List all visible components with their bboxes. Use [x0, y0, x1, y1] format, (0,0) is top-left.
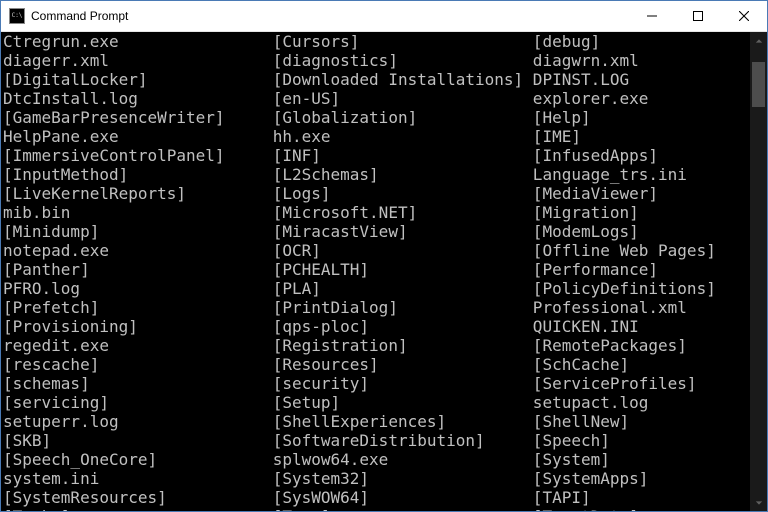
- scrollbar-track[interactable]: [750, 49, 767, 494]
- terminal-output[interactable]: Ctregrun.exe [Cursors] [debug] diagerr.x…: [1, 32, 750, 511]
- close-button[interactable]: [721, 1, 767, 31]
- minimize-button[interactable]: [629, 1, 675, 31]
- window-controls: [629, 1, 767, 31]
- window: Command Prompt Ctregrun.exe [Cursors] [d…: [0, 0, 768, 512]
- titlebar[interactable]: Command Prompt: [1, 1, 767, 32]
- window-title: Command Prompt: [31, 9, 629, 23]
- vertical-scrollbar[interactable]: [750, 32, 767, 511]
- client-area: Ctregrun.exe [Cursors] [debug] diagerr.x…: [1, 32, 767, 511]
- cmd-icon: [9, 8, 25, 24]
- scroll-down-button[interactable]: [750, 494, 767, 511]
- scrollbar-thumb[interactable]: [752, 62, 765, 107]
- scroll-up-button[interactable]: [750, 32, 767, 49]
- maximize-button[interactable]: [675, 1, 721, 31]
